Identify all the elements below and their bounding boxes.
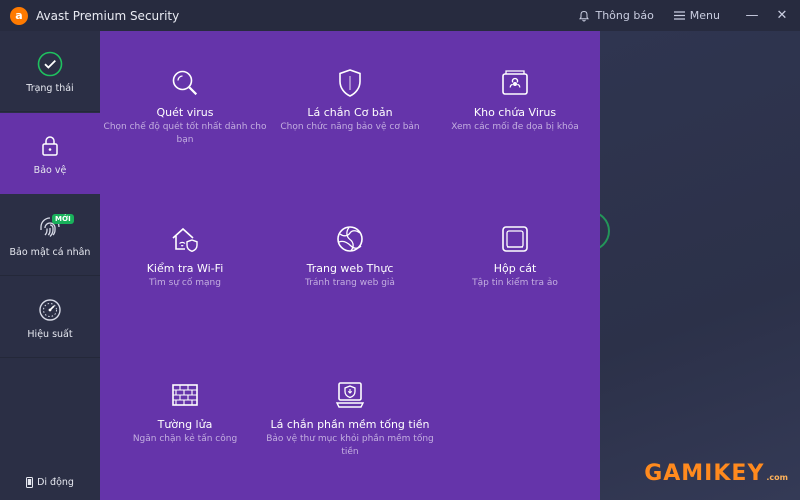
sidebar-item-label: Trạng thái xyxy=(26,82,74,94)
notifications-label: Thông báo xyxy=(595,9,654,22)
menu-label: Menu xyxy=(689,9,720,22)
protection-panel: Quét virus Chọn chế độ quét tốt nhất dàn… xyxy=(100,31,600,500)
tile-wifi-inspector[interactable]: Kiểm tra Wi-Fi Tìm sự cố mạng xyxy=(100,224,270,290)
firewall-icon xyxy=(172,384,198,406)
tile-sandbox[interactable]: Hộp cát Tập tin kiểm tra ảo xyxy=(430,224,600,290)
tile-title: Lá chắn Cơ bản xyxy=(307,106,393,119)
tile-icon-wrap xyxy=(100,380,270,410)
hamburger-icon xyxy=(673,11,685,20)
tile-title: Tường lửa xyxy=(157,418,213,431)
app-title: Avast Premium Security xyxy=(36,8,180,23)
sidebar-item-protection[interactable]: Bảo vệ xyxy=(0,113,100,194)
sandbox-icon xyxy=(502,226,528,252)
avast-logo-icon: a xyxy=(10,6,28,25)
tile-icon-wrap xyxy=(430,68,600,98)
tile-title: Kho chứa Virus xyxy=(473,106,557,119)
tile-icon-wrap xyxy=(100,224,270,254)
ransomware-shield-icon xyxy=(335,382,365,408)
sidebar-item-label: Bảo vệ xyxy=(33,164,67,176)
tile-description: Bảo vệ thư mục khỏi phần mềm tống tiền xyxy=(266,434,434,457)
magnifier-icon xyxy=(172,70,198,96)
sidebar-icon-wrap: MỚI xyxy=(38,213,74,243)
tile-description: Xem các mối đe dọa bị khóa xyxy=(451,122,579,132)
tile-description: Tránh trang web giả xyxy=(305,278,395,288)
tile-virus-chest[interactable]: Kho chứa Virus Xem các mối đe dọa bị khó… xyxy=(430,68,600,134)
tile-description: Tìm sự cố mạng xyxy=(149,278,221,288)
sidebar-icon-wrap xyxy=(37,49,63,79)
tile-icon-wrap xyxy=(430,224,600,254)
sidebar-item-label: Hiệu suất xyxy=(27,328,73,340)
globe-icon xyxy=(337,226,363,252)
sidebar-item-privacy[interactable]: MỚI Bảo mật cá nhân xyxy=(0,195,100,276)
new-badge: MỚI xyxy=(52,213,74,224)
status-arc-decoration xyxy=(600,211,610,251)
tile-icon-wrap xyxy=(265,224,435,254)
tile-icon-wrap xyxy=(100,68,270,98)
status-background: GAMIKEY .com xyxy=(600,31,800,500)
tile-title: Quét virus xyxy=(156,106,214,119)
sidebar-icon-wrap xyxy=(40,131,60,161)
biohazard-chest-icon xyxy=(502,70,528,95)
sidebar-item-status[interactable]: Trạng thái xyxy=(0,31,100,112)
gamikey-watermark: GAMIKEY .com xyxy=(644,461,788,486)
speedometer-icon xyxy=(39,298,61,321)
menu-button[interactable]: Menu xyxy=(673,9,720,22)
tile-virus-scan[interactable]: Quét virus Chọn chế độ quét tốt nhất dàn… xyxy=(100,68,270,147)
tile-icon-wrap xyxy=(265,380,435,410)
home-wifi-shield-icon xyxy=(172,227,198,253)
tile-description: Chọn chế độ quét tốt nhất dành cho bạn xyxy=(103,122,267,145)
minimize-button[interactable]: — xyxy=(740,8,764,23)
bell-icon xyxy=(579,10,590,21)
tile-title: Kiểm tra Wi-Fi xyxy=(146,262,224,275)
phone-icon xyxy=(26,477,34,488)
tile-description: Tập tin kiểm tra ảo xyxy=(472,278,558,288)
watermark-suffix: .com xyxy=(766,473,788,482)
sidebar-item-label: Bảo mật cá nhân xyxy=(9,246,91,258)
tile-title: Lá chắn phần mềm tống tiền xyxy=(270,418,430,431)
sidebar-item-performance[interactable]: Hiệu suất xyxy=(0,277,100,358)
check-circle-icon xyxy=(37,51,63,76)
lock-icon xyxy=(42,135,58,156)
tile-title: Trang web Thực xyxy=(306,262,394,275)
tile-description: Chọn chức năng bảo vệ cơ bản xyxy=(280,122,420,132)
tile-icon-wrap xyxy=(265,68,435,98)
title-bar: a Avast Premium Security Thông báo Menu … xyxy=(0,0,800,31)
tile-description: Ngăn chặn kẻ tấn công xyxy=(132,434,238,444)
sidebar: Trạng thái Bảo vệ MỚI Bảo mật cá nhân Hi… xyxy=(0,31,100,500)
notifications-button[interactable]: Thông báo xyxy=(578,9,654,22)
shield-icon xyxy=(339,69,361,97)
watermark-text: GAMIKEY xyxy=(644,461,765,486)
tile-firewall[interactable]: Tường lửa Ngăn chặn kẻ tấn công xyxy=(100,380,270,446)
close-button[interactable]: ✕ xyxy=(770,8,794,23)
tile-title: Hộp cát xyxy=(493,262,537,275)
tile-real-site[interactable]: Trang web Thực Tránh trang web giả xyxy=(265,224,435,290)
mobile-label: Di động xyxy=(37,477,74,488)
mobile-button[interactable]: Di động xyxy=(0,477,100,488)
sidebar-icon-wrap xyxy=(38,295,62,325)
tile-ransomware-shield[interactable]: Lá chắn phần mềm tống tiền Bảo vệ thư mụ… xyxy=(265,380,435,459)
tile-core-shields[interactable]: Lá chắn Cơ bản Chọn chức năng bảo vệ cơ … xyxy=(265,68,435,134)
logo-letter: a xyxy=(15,9,23,22)
